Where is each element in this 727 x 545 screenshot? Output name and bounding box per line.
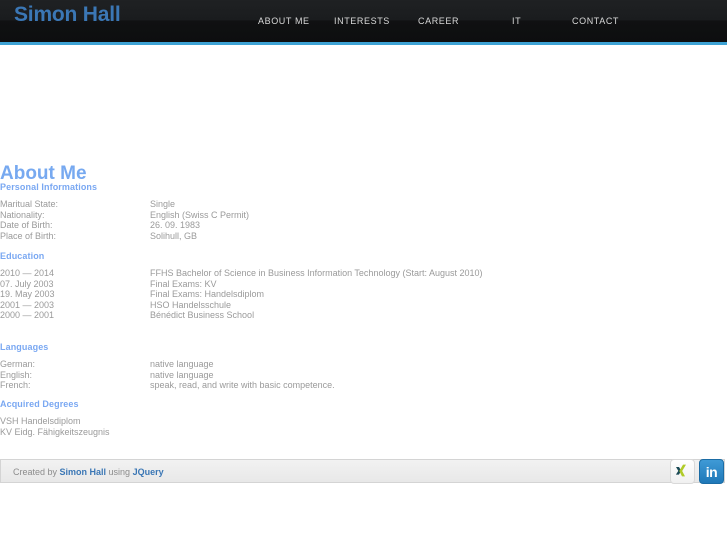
table-row: 19. May 2003 Final Exams: Handelsdiplom [0,289,600,300]
row-value: English (Swiss C Permit) [150,209,250,220]
section-acquired-degrees: Acquired Degrees VSH Handelsdiplom KV Ei… [0,398,600,437]
nav-item-about-me[interactable]: ABOUT ME [258,14,310,28]
nav-item-it[interactable]: IT [512,14,521,28]
table-row: English: native language [0,370,600,381]
row-label: 2001 — 2003 [0,299,55,310]
row-value: Bénédict Business School [150,310,255,321]
row-value: native language [150,369,214,380]
site-header: Simon Hall ABOUT ME INTERESTS CAREER IT … [0,0,727,45]
row-label: French: [0,380,31,391]
row-value: Final Exams: Handelsdiplom [150,289,265,300]
nav-item-interests[interactable]: INTERESTS [334,14,390,28]
footer-middle: using [106,467,133,477]
section-title-degrees: Acquired Degrees [0,399,79,409]
row-value: Final Exams: KV [150,278,217,289]
row-label: Place of Birth: [0,230,57,241]
row-label: German: [0,359,36,369]
linkedin-icon[interactable]: in [699,459,724,484]
table-row: Place of Birth: Solihull, GB [0,231,600,242]
table-row: French: speak, read, and write with basi… [0,380,600,391]
site-footer: Created by Simon Hall using JQuery in [0,458,726,486]
main-navigation: ABOUT ME INTERESTS CAREER IT CONTACT [250,14,720,30]
table-row: 2001 — 2003 HSO Handelsschule [0,300,600,311]
row-value: 26. 09. 1983 [150,220,201,231]
list-item: KV Eidg. Fähigkeitszeugnis [0,426,110,437]
table-row: 07. July 2003 Final Exams: KV [0,279,600,290]
social-links: in [666,458,726,486]
row-label: 07. July 2003 [0,278,54,289]
section-languages: Languages German: native language Englis… [0,341,600,391]
table-row: 2000 — 2001 Bénédict Business School [0,310,600,321]
row-label: Date of Birth: [0,220,53,231]
table-row: Maritual State: Single [0,199,600,210]
row-value: native language [150,359,214,369]
section-title-personal: Personal Informations [0,182,98,192]
row-label: 19. May 2003 [0,289,55,300]
row-value: speak, read, and write with basic compet… [150,380,335,391]
footer-author-link[interactable]: Simon Hall [60,467,107,477]
xing-icon[interactable] [670,459,695,484]
table-row: Date of Birth: 26. 09. 1983 [0,220,600,231]
section-title-languages: Languages [0,342,49,352]
nav-item-contact[interactable]: CONTACT [572,14,619,28]
xing-glyph [675,464,686,477]
footer-jquery-link[interactable]: JQuery [133,467,164,477]
table-row: 2010 — 2014 FFHS Bachelor of Science in … [0,268,600,279]
section-title-education: Education [0,251,45,261]
row-label: Nationality: [0,209,45,220]
row-label: 2010 — 2014 [0,268,55,278]
section-personal-informations: Personal Informations Maritual State: Si… [0,181,600,241]
row-label: English: [0,369,33,380]
nav-item-career[interactable]: CAREER [418,14,459,28]
site-logo[interactable]: Simon Hall [14,2,121,28]
row-value: Solihull, GB [150,230,198,241]
section-education: Education 2010 — 2014 FFHS Bachelor of S… [0,250,600,321]
row-value: HSO Handelsschule [150,299,232,310]
footer-prefix: Created by [13,467,60,477]
list-item: VSH Handelsdiplom [0,416,81,426]
table-row: German: native language [0,359,600,370]
row-label: 2000 — 2001 [0,310,55,321]
row-label: Maritual State: [0,199,59,209]
row-value: FFHS Bachelor of Science in Business Inf… [150,268,483,278]
row-value: Single [150,199,176,209]
table-row: Nationality: English (Swiss C Permit) [0,210,600,221]
footer-credit: Created by Simon Hall using JQuery [13,466,164,478]
